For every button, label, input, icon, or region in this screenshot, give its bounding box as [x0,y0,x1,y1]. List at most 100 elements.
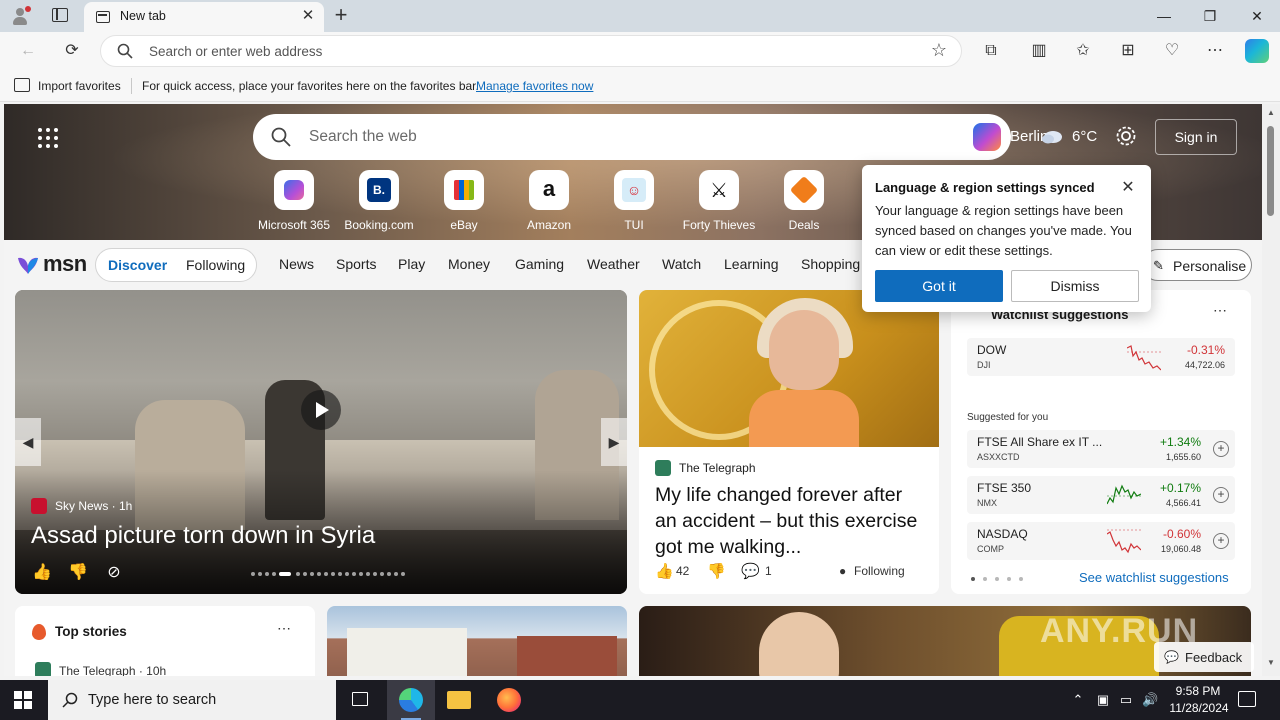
scroll-up-icon[interactable]: ▲ [1267,108,1275,117]
favorites-icon[interactable]: ✩ [1071,40,1095,62]
apps-launcher-icon[interactable] [38,128,58,148]
watchlist-card: Watchlist suggestions ⋯ DOW DJI -0.31% 4… [951,290,1251,594]
story-headline[interactable]: Assad picture torn down in Syria [31,522,375,550]
tab-new-tab[interactable]: New tab ✕ [84,2,324,32]
nav-item-news[interactable]: News [279,256,314,272]
copilot-icon[interactable] [1245,39,1269,63]
thumbs-down-icon[interactable]: 👎 [707,562,726,580]
scroll-down-icon[interactable]: ▼ [1267,658,1275,667]
file-explorer-icon[interactable] [435,680,483,720]
maximize-button[interactable]: ❐ [1195,6,1225,26]
add-to-watchlist-button[interactable]: + [1213,533,1229,549]
performance-icon[interactable]: ♡ [1160,40,1184,62]
back-button[interactable]: ← [16,40,40,62]
stock-price: 4,566.41 [1165,498,1201,508]
dismiss-button[interactable]: Dismiss [1011,270,1139,302]
story-card-image[interactable] [327,606,627,676]
refresh-button[interactable]: ⟳ [60,40,84,62]
address-bar[interactable]: Search or enter web address ☆ [100,35,962,67]
quick-link-forty-thieves[interactable]: ⚔ Forty Thieves [679,170,759,232]
new-tab-button[interactable]: + [330,4,352,26]
nav-item-shopping[interactable]: Shopping [801,256,860,272]
taskbar-search-box[interactable]: Type here to search [48,680,336,720]
copilot-icon[interactable] [973,123,1001,151]
sign-in-button[interactable]: Sign in [1155,119,1237,155]
quick-link-ebay[interactable]: eBay [424,170,504,232]
got-it-button[interactable]: Got it [875,270,1003,302]
story-headline[interactable]: My life changed forever after an acciden… [655,482,927,560]
quick-link-booking[interactable]: B. Booking.com [339,170,419,232]
nav-item-weather[interactable]: Weather [587,256,640,272]
stock-row[interactable]: FTSE All Share ex IT ... ASXXCTD +1.34% … [967,430,1235,468]
personalise-button[interactable]: ✎ Personalise [1142,249,1252,281]
close-tab-icon[interactable]: ✕ [300,8,316,24]
scrollbar-thumb[interactable] [1267,126,1274,216]
minimize-button[interactable]: — [1149,6,1179,26]
nav-item-play[interactable]: Play [398,256,425,272]
collections-icon[interactable]: ⊞ [1116,40,1140,62]
tray-expand-icon[interactable]: ⌃ [1070,692,1086,708]
edge-taskbar-icon[interactable] [387,680,435,720]
quick-link-amazon[interactable]: a Amazon [509,170,589,232]
nav-item-sports[interactable]: Sports [336,256,376,272]
web-search-box[interactable]: Search the web [253,114,1011,160]
play-video-icon[interactable] [301,390,341,430]
add-to-watchlist-button[interactable]: + [1213,487,1229,503]
more-options-icon[interactable]: ⋯ [277,620,291,637]
msn-wordmark: msn [43,251,87,276]
split-screen-icon[interactable]: ▥ [1027,40,1051,62]
see-watchlist-link[interactable]: See watchlist suggestions [1079,570,1229,585]
quick-link-deals[interactable]: Deals [764,170,844,232]
thumbs-down-icon[interactable]: 👎 [67,562,89,582]
carousel-next-button[interactable]: ▶ [601,418,627,466]
extensions-icon[interactable]: ⧉ [979,40,1003,62]
stock-row[interactable]: DOW DJI -0.31% 44,722.06 [967,338,1235,376]
nav-item-money[interactable]: Money [448,256,490,272]
task-view-icon[interactable] [336,680,384,720]
main-story-card[interactable]: ◀ ▶ Sky News · 1h Assad picture torn dow… [15,290,627,594]
quick-link-tui[interactable]: ☺ TUI [594,170,674,232]
cloud-icon [1042,131,1062,144]
volume-icon[interactable]: 🔊 [1142,692,1158,708]
feedback-button[interactable]: 💬 Feedback [1154,642,1254,672]
following-label[interactable]: Following [854,564,905,578]
tray-app-icon[interactable]: ▣ [1095,692,1111,708]
thumbs-up-icon[interactable]: 👍 [655,562,674,580]
tab-following[interactable]: Following [186,257,245,273]
notifications-icon[interactable] [1238,691,1256,707]
thumbs-up-icon[interactable]: 👍 [31,562,53,582]
stock-row[interactable]: FTSE 350 NMX +0.17% 4,566.41 + [967,476,1235,514]
nav-item-gaming[interactable]: Gaming [515,256,564,272]
more-options-icon[interactable]: ⋯ [1213,302,1227,319]
tab-actions-icon[interactable] [52,8,68,22]
import-favorites-button[interactable]: Import favorites [38,79,121,93]
windows-start-icon[interactable] [14,691,32,709]
clock-time[interactable]: 9:58 PM [1168,684,1228,698]
favorite-star-icon[interactable]: ☆ [931,40,947,61]
add-to-watchlist-button[interactable]: + [1213,441,1229,457]
profile-icon[interactable] [10,6,31,26]
settings-gear-icon[interactable] [1115,125,1137,147]
stock-row[interactable]: NASDAQ COMP -0.60% 19,060.48 + [967,522,1235,560]
tab-discover[interactable]: Discover [108,257,167,273]
firefox-icon[interactable] [485,680,533,720]
close-window-button[interactable]: ✕ [1242,6,1272,26]
telegraph-story-card[interactable]: The Telegraph My life changed forever af… [639,290,939,594]
microsoft365-icon [274,170,314,210]
clock-date[interactable]: 11/28/2024 [1164,701,1234,715]
comment-icon[interactable]: 💬 [741,562,760,580]
page-scrollbar[interactable]: ▲ ▼ [1262,104,1280,676]
nav-item-learning[interactable]: Learning [724,256,779,272]
manage-favorites-link[interactable]: Manage favorites now [476,79,593,93]
quick-link-microsoft365[interactable]: Microsoft 365 [254,170,334,232]
network-icon[interactable]: ▭ [1118,692,1134,708]
close-icon[interactable]: ✕ [1118,177,1138,197]
browser-toolbar: ← ⟳ Search or enter web address ☆ ⧉ ▥ ✩ … [0,32,1280,70]
hide-story-icon[interactable]: ⊘ [103,562,125,582]
carousel-prev-button[interactable]: ◀ [15,418,41,466]
nav-item-watch[interactable]: Watch [662,256,701,272]
weather-temperature[interactable]: 6°C [1072,128,1097,145]
popup-title: Language & region settings synced [875,180,1095,195]
msn-logo[interactable]: msn [16,250,87,280]
more-menu-icon[interactable]: ⋯ [1203,40,1227,62]
